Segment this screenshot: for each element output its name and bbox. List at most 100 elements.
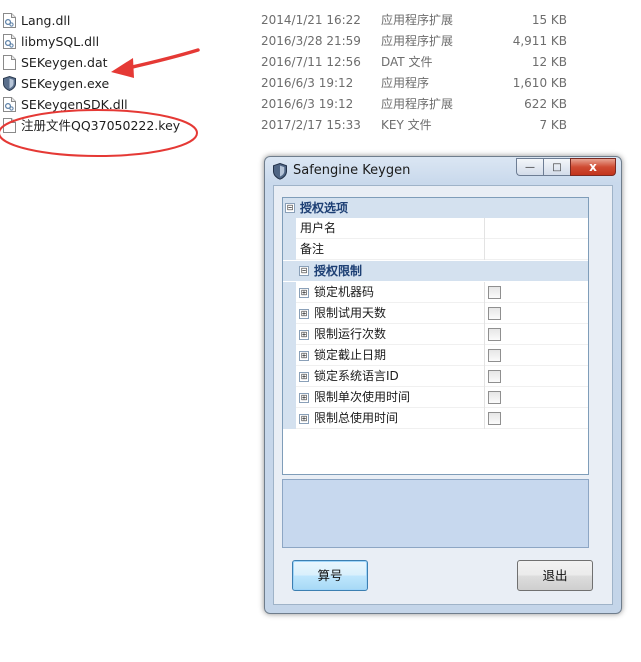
file-date: 2016/6/3 19:12 (261, 76, 354, 90)
column-divider (484, 408, 485, 429)
file-date: 2016/7/11 12:56 (261, 55, 361, 69)
maximize-button[interactable]: □ (543, 158, 570, 176)
limit-checkbox[interactable] (488, 349, 501, 362)
limit-row[interactable]: ⊞ 锁定机器码 (283, 282, 588, 303)
file-row[interactable]: Lang.dll 2014/1/21 16:22 应用程序扩展 15 KB (0, 10, 641, 31)
file-name: SEKeygen.dat (21, 55, 108, 70)
file-type: 应用程序扩展 (381, 97, 454, 111)
column-divider (484, 282, 485, 303)
file-size: 1,610 KB (512, 76, 567, 90)
minimize-icon: — (525, 161, 535, 173)
file-name: 注册文件QQ37050222.key (21, 118, 181, 133)
row-gutter (283, 324, 296, 345)
file-row[interactable]: 注册文件QQ37050222.key 2017/2/17 15:33 KEY 文… (0, 115, 641, 136)
expand-icon[interactable]: ⊞ (299, 393, 309, 403)
column-divider (484, 239, 485, 260)
file-size: 622 KB (524, 97, 567, 111)
keygen-window: Safengine Keygen — □ x ⊟ 授权选项 用户名 备注 ⊟ 授… (264, 156, 622, 614)
limit-checkbox[interactable] (488, 412, 501, 425)
exit-button[interactable]: 退出 (517, 560, 593, 591)
file-type: DAT 文件 (381, 55, 433, 69)
limit-checkbox[interactable] (488, 307, 501, 320)
dll-file-icon (3, 97, 16, 112)
row-gutter (283, 408, 296, 429)
row-gutter (283, 366, 296, 387)
file-row[interactable]: SEKeygen.dat 2016/7/11 12:56 DAT 文件 12 K… (0, 52, 641, 73)
category-label: 授权限制 (314, 264, 363, 278)
close-icon: x (589, 160, 597, 174)
minimize-button[interactable]: — (516, 158, 543, 176)
limit-row[interactable]: ⊞ 锁定截止日期 (283, 345, 588, 366)
limit-label: 锁定截止日期 (314, 348, 387, 362)
file-name: libmySQL.dll (21, 34, 100, 49)
compute-button[interactable]: 算号 (292, 560, 368, 591)
limit-row[interactable]: ⊞ 锁定系统语言ID (283, 366, 588, 387)
limit-label: 锁定系统语言ID (314, 369, 399, 383)
file-type: 应用程序 (381, 76, 430, 90)
collapse-icon[interactable]: ⊟ (299, 266, 309, 276)
file-date: 2014/1/21 16:22 (261, 13, 361, 27)
window-title: Safengine Keygen (293, 163, 411, 178)
field-label: 用户名 (300, 221, 337, 235)
field-row-remark[interactable]: 备注 (283, 239, 588, 260)
file-name: Lang.dll (21, 13, 71, 28)
limit-row[interactable]: ⊞ 限制试用天数 (283, 303, 588, 324)
limit-label: 限制单次使用时间 (314, 390, 411, 404)
expand-icon[interactable]: ⊞ (299, 414, 309, 424)
column-divider (484, 303, 485, 324)
expand-icon[interactable]: ⊞ (299, 330, 309, 340)
file-row[interactable]: libmySQL.dll 2016/3/28 21:59 应用程序扩展 4,91… (0, 31, 641, 52)
file-date: 2016/6/3 19:12 (261, 97, 354, 111)
maximize-icon: □ (552, 161, 562, 173)
limit-row[interactable]: ⊞ 限制单次使用时间 (283, 387, 588, 408)
blank-file-icon (3, 55, 16, 70)
limit-checkbox[interactable] (488, 391, 501, 404)
limit-label: 锁定机器码 (314, 285, 375, 299)
close-button[interactable]: x (570, 158, 616, 176)
category-auth-options[interactable]: ⊟ 授权选项 (283, 198, 588, 218)
column-divider (484, 387, 485, 408)
description-panel (282, 479, 589, 548)
blank-file-icon (3, 118, 16, 133)
limit-checkbox[interactable] (488, 328, 501, 341)
file-list: Lang.dll 2014/1/21 16:22 应用程序扩展 15 KB li… (0, 10, 641, 136)
limit-row[interactable]: ⊞ 限制总使用时间 (283, 408, 588, 429)
file-row[interactable]: SEKeygen.exe 2016/6/3 19:12 应用程序 1,610 K… (0, 73, 641, 94)
expand-icon[interactable]: ⊞ (299, 372, 309, 382)
expand-icon[interactable]: ⊞ (299, 309, 309, 319)
limit-checkbox[interactable] (488, 286, 501, 299)
expand-icon[interactable]: ⊞ (299, 351, 309, 361)
limit-checkbox[interactable] (488, 370, 501, 383)
caption-buttons: — □ x (516, 158, 616, 176)
column-divider (484, 366, 485, 387)
field-label: 备注 (300, 242, 325, 256)
row-gutter (283, 345, 296, 366)
title-bar[interactable]: Safengine Keygen — □ x (265, 157, 621, 185)
collapse-icon[interactable]: ⊟ (285, 203, 295, 213)
expand-icon[interactable]: ⊞ (299, 288, 309, 298)
shield-app-icon (273, 163, 287, 180)
limit-row[interactable]: ⊞ 限制运行次数 (283, 324, 588, 345)
field-row-username[interactable]: 用户名 (283, 218, 588, 239)
category-auth-limits[interactable]: ⊟ 授权限制 (283, 261, 588, 281)
property-grid[interactable]: ⊟ 授权选项 用户名 备注 ⊟ 授权限制 ⊞ 锁定机器码 ⊞ 限制试用天数 ⊞ … (282, 197, 589, 475)
limit-label: 限制总使用时间 (314, 411, 399, 425)
file-size: 12 KB (531, 55, 567, 69)
limit-label: 限制运行次数 (314, 327, 387, 341)
file-row[interactable]: SEKeygenSDK.dll 2016/6/3 19:12 应用程序扩展 62… (0, 94, 641, 115)
row-gutter (283, 303, 296, 324)
file-date: 2016/3/28 21:59 (261, 34, 361, 48)
file-size: 15 KB (531, 13, 567, 27)
file-type: 应用程序扩展 (381, 13, 454, 27)
shield-exe-icon (3, 76, 16, 91)
file-name: SEKeygenSDK.dll (21, 97, 128, 112)
dll-file-icon (3, 34, 16, 49)
row-gutter (283, 282, 296, 303)
row-gutter (283, 387, 296, 408)
row-gutter (283, 239, 296, 260)
category-label: 授权选项 (300, 201, 349, 215)
limit-label: 限制试用天数 (314, 306, 387, 320)
row-gutter (283, 218, 296, 239)
file-size: 7 KB (539, 118, 567, 132)
file-date: 2017/2/17 15:33 (261, 118, 361, 132)
